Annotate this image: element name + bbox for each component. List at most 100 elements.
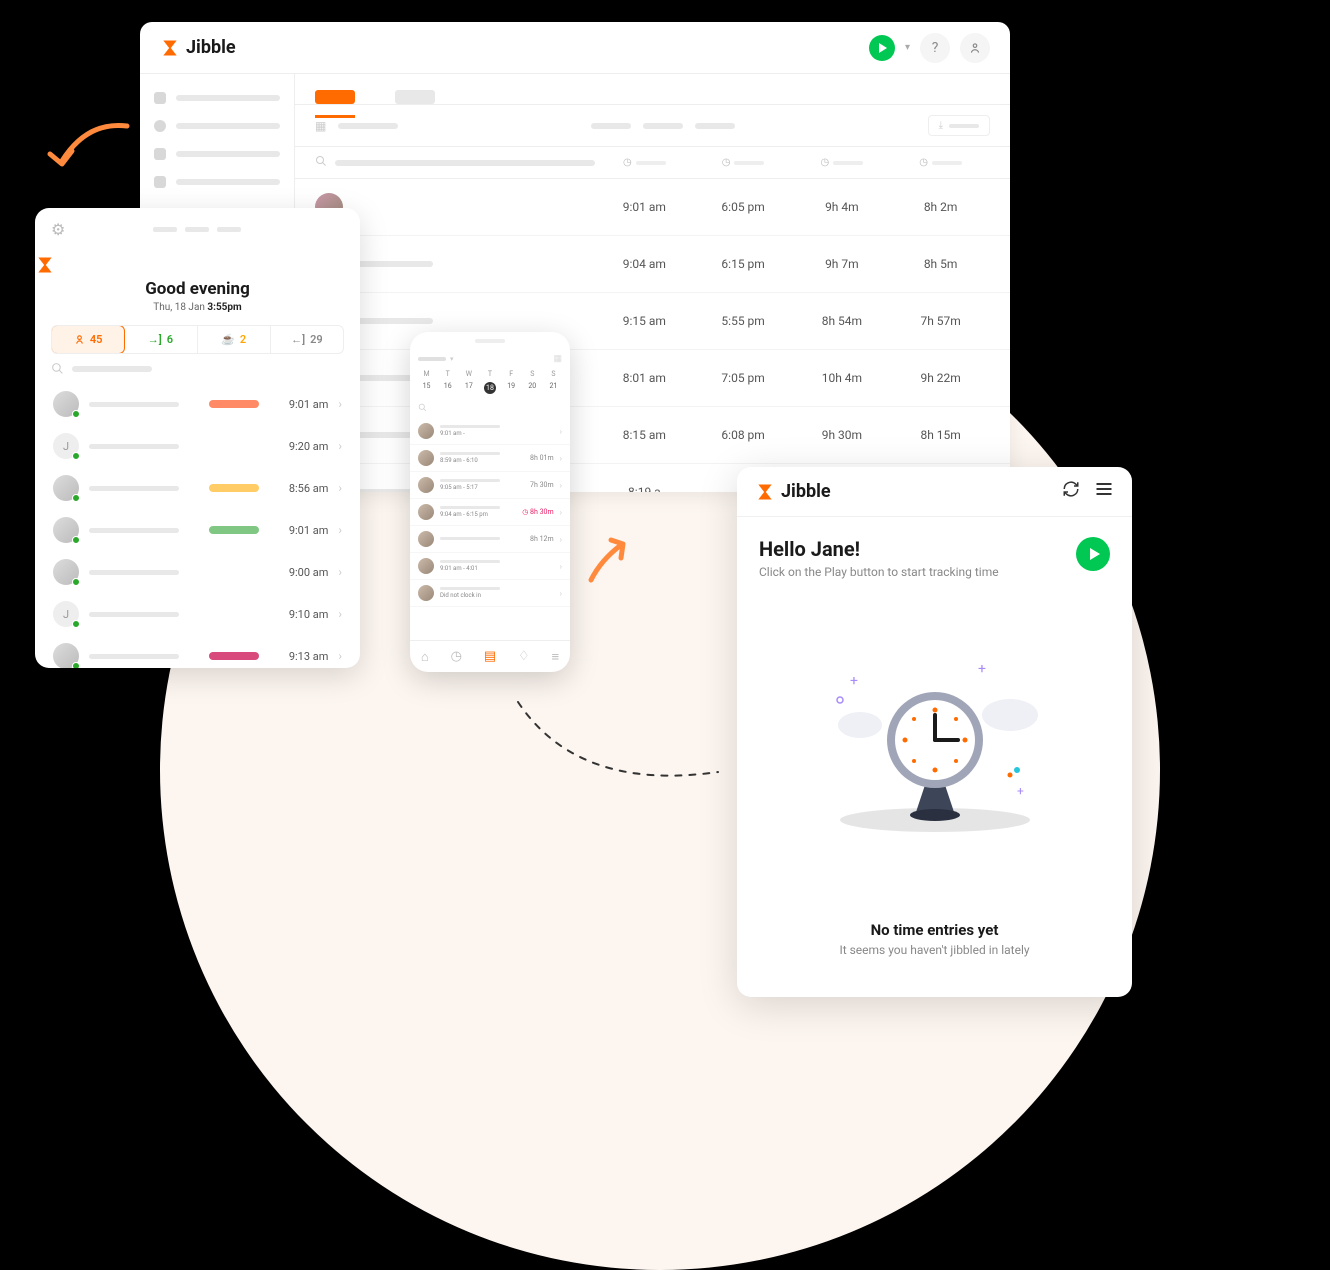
mobile-app: ▾ ▦ MTWTFSS 15161718192021 9:01 am - › 8… <box>410 332 570 672</box>
list-item[interactable]: 9:05 am - 5:17 7h 30m › <box>410 472 570 499</box>
clock-icon: ◷ <box>722 157 731 168</box>
time-range: Did not clock in <box>440 592 548 599</box>
chevron-down-icon[interactable]: ▾ <box>905 42 910 53</box>
table-row[interactable]: 8:15 am 6:08 pm 9h 30m 8h 15m <box>295 407 1010 464</box>
list-item[interactable]: 8h 12m › <box>410 526 570 553</box>
gear-icon[interactable]: ⚙ <box>51 220 65 239</box>
timer-icon[interactable]: ◷ <box>451 649 462 664</box>
table-row[interactable]: 9:15 am 5:55 pm 8h 54m 7h 57m <box>295 293 1010 350</box>
enter-icon: →] <box>148 333 162 346</box>
clock-time: 9:00 am <box>289 566 329 579</box>
shield-icon[interactable]: ♢ <box>518 649 530 664</box>
time-in: 9:04 am <box>595 257 694 271</box>
clock-time: 9:10 am <box>289 608 329 621</box>
chevron-right-icon: › <box>338 649 342 663</box>
avatar <box>53 391 79 417</box>
tab-break[interactable]: ☕ 2 <box>198 326 271 353</box>
worked: 8h 5m <box>891 257 990 271</box>
svg-text:+: + <box>1017 784 1024 798</box>
tab-active[interactable] <box>315 90 355 104</box>
arrow-decoration <box>42 116 132 186</box>
avatar <box>418 504 434 520</box>
worked: 8h 2m <box>891 200 990 214</box>
search-input[interactable] <box>410 400 570 418</box>
employee-row[interactable]: J9:20 am› <box>43 425 352 467</box>
employee-row[interactable]: 9:01 am› <box>43 509 352 551</box>
time-out: 6:15 pm <box>694 257 793 271</box>
greeting: Good evening <box>35 279 360 299</box>
list-item[interactable]: 9:01 am - › <box>410 418 570 445</box>
filter-bar: ▦ ⤓ <box>295 105 1010 147</box>
avatar: J <box>53 601 79 627</box>
play-button[interactable] <box>1076 537 1110 571</box>
hello-title: Hello Jane! <box>759 537 999 561</box>
search-input[interactable] <box>35 354 360 383</box>
refresh-icon[interactable] <box>1062 480 1080 503</box>
time-out: 6:05 pm <box>694 200 793 214</box>
search-icon[interactable] <box>315 155 327 170</box>
tab-in[interactable]: 45 <box>51 325 125 354</box>
list-item[interactable]: 8:59 am - 6:10 8h 01m › <box>410 445 570 472</box>
export-button[interactable]: ⤓ <box>928 115 990 136</box>
chevron-right-icon: › <box>560 508 562 517</box>
date-picker[interactable]: ▾ ▦ <box>410 350 570 368</box>
time-in: 8:15 am <box>595 428 694 442</box>
hamburger-icon[interactable] <box>1094 479 1114 504</box>
clock-time: 9:20 am <box>289 440 329 453</box>
clock-icon: ◷ <box>821 157 830 168</box>
tracked: 9h 4m <box>793 200 892 214</box>
calendar-icon[interactable]: ▦ <box>315 119 326 133</box>
employee-row[interactable]: 9:13 am› <box>43 635 352 668</box>
sidebar-item[interactable] <box>154 176 280 188</box>
tracked: 8h 54m <box>793 314 892 328</box>
list-item[interactable]: 9:01 am - 4:01 › <box>410 553 570 580</box>
avatar <box>53 517 79 543</box>
sidebar-item[interactable] <box>154 148 280 160</box>
home-icon[interactable]: ⌂ <box>421 649 429 665</box>
play-button[interactable] <box>869 35 895 61</box>
avatar <box>418 477 434 493</box>
list-item[interactable]: 9:04 am - 6:15 pm ◷ 8h 30m › <box>410 499 570 526</box>
logo: Jibble <box>755 481 831 502</box>
list-item[interactable]: Did not clock in › <box>410 580 570 607</box>
table-row[interactable]: 9:04 am 6:15 pm 9h 7m 8h 5m <box>295 236 1010 293</box>
tracked: 9h 7m <box>793 257 892 271</box>
tab-enter[interactable]: →] 6 <box>124 326 197 353</box>
tab-out[interactable]: ←] 29 <box>271 326 343 353</box>
avatar <box>418 531 434 547</box>
help-button[interactable]: ? <box>920 33 950 63</box>
tab[interactable] <box>395 90 435 104</box>
clock-illustration: + + + <box>737 579 1132 921</box>
empty-title: No time entries yet <box>737 921 1132 939</box>
table-row[interactable]: 8:01 am 7:05 pm 10h 4m 9h 22m <box>295 350 1010 407</box>
employee-row[interactable]: 9:01 am› <box>43 383 352 425</box>
time-in: 8:01 am <box>595 371 694 385</box>
employee-row[interactable]: 9:00 am› <box>43 551 352 593</box>
employee-row[interactable]: 8:56 am› <box>43 467 352 509</box>
logo-icon <box>160 38 180 58</box>
duration: 8h 12m <box>530 535 554 543</box>
logo: Jibble <box>160 37 236 58</box>
calendar-icon[interactable]: ▦ <box>553 354 562 364</box>
hello-subtitle: Click on the Play button to start tracki… <box>759 565 999 579</box>
chevron-right-icon: › <box>560 589 562 598</box>
arrow-decoration <box>581 530 641 590</box>
worked: 9h 22m <box>891 371 990 385</box>
sidebar-item[interactable] <box>154 120 280 132</box>
arrow-decoration <box>508 682 728 802</box>
bottom-nav: ⌂ ◷ ▤ ♢ ≡ <box>410 640 570 672</box>
clock-icon: ◷ <box>623 157 632 168</box>
employee-row[interactable]: J9:10 am› <box>43 593 352 635</box>
avatar <box>53 643 79 668</box>
avatar <box>418 558 434 574</box>
logo-icon <box>35 255 360 275</box>
duration: 7h 30m <box>530 481 554 489</box>
timesheet-icon[interactable]: ▤ <box>484 649 496 664</box>
menu-icon[interactable]: ≡ <box>551 649 559 665</box>
duration: 8h 01m <box>530 454 554 462</box>
avatar <box>53 559 79 585</box>
status-tabs: 45 →] 6 ☕ 2 ←] 29 <box>51 325 344 354</box>
table-row[interactable]: 9:01 am 6:05 pm 9h 4m 8h 2m <box>295 179 1010 236</box>
sidebar-item[interactable] <box>154 92 280 104</box>
settings-button[interactable] <box>960 33 990 63</box>
